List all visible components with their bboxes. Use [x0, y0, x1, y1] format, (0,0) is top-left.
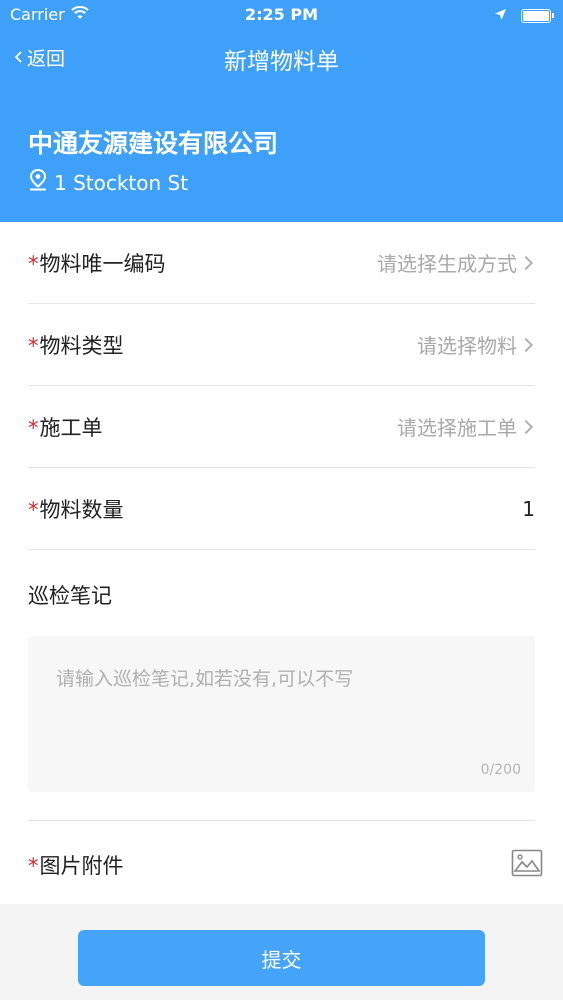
field-label: *物料数量	[28, 497, 124, 522]
address: 1 Stockton St	[28, 168, 188, 197]
image-icon[interactable]	[511, 849, 543, 881]
field-material-type[interactable]: *物料类型 请选择物料	[28, 304, 535, 386]
field-value: 请选择物料	[417, 330, 535, 359]
required-mark: *	[28, 251, 39, 276]
attachment-row: *图片附件	[28, 844, 543, 886]
field-label: *施工单	[28, 415, 103, 440]
location-arrow-icon	[494, 6, 507, 25]
battery-icon	[521, 8, 554, 23]
address-text: 1 Stockton St	[54, 170, 189, 195]
chevron-right-icon	[518, 255, 534, 270]
field-quantity[interactable]: *物料数量 1	[28, 468, 535, 550]
field-label: *物料唯一编码	[28, 251, 166, 276]
quantity-input[interactable]: 1	[522, 497, 535, 521]
notes-textarea[interactable]: 请输入巡检笔记,如若没有,可以不写 0/200	[28, 636, 535, 792]
field-value: 请选择施工单	[397, 412, 535, 441]
required-mark: *	[28, 415, 39, 440]
status-time: 2:25 PM	[244, 5, 318, 24]
page-title: 新增物料单	[224, 49, 339, 75]
required-mark: *	[28, 497, 39, 522]
header: Carrier 2:25 PM 返回 新增物料单 中通友源建设有限公司 1 St…	[0, 0, 563, 222]
chevron-right-icon	[518, 419, 534, 434]
required-mark: *	[28, 854, 39, 878]
company-name: 中通友源建设有限公司	[28, 129, 279, 158]
nav-bar: 返回 新增物料单	[0, 36, 563, 80]
divider	[28, 820, 535, 821]
field-work-order[interactable]: *施工单 请选择施工单	[28, 386, 535, 468]
notes-placeholder: 请输入巡检笔记,如若没有,可以不写	[56, 668, 354, 690]
status-bar: Carrier 2:25 PM	[0, 0, 563, 30]
material-form: *物料唯一编码 请选择生成方式 *物料类型 请选择物料 *施工单 请选择施工单 …	[0, 222, 563, 904]
chevron-right-icon	[518, 337, 534, 352]
field-label: *物料类型	[28, 333, 124, 358]
field-material-code[interactable]: *物料唯一编码 请选择生成方式	[28, 222, 535, 304]
location-pin-icon	[28, 168, 48, 197]
char-counter: 0/200	[480, 762, 521, 778]
bottom-bar: 提交	[0, 904, 563, 1000]
required-mark: *	[28, 333, 39, 358]
field-value: 请选择生成方式	[377, 248, 535, 277]
notes-label: 巡检笔记	[28, 584, 112, 608]
submit-button[interactable]: 提交	[78, 930, 485, 986]
attachment-label: *图片附件	[28, 854, 124, 878]
